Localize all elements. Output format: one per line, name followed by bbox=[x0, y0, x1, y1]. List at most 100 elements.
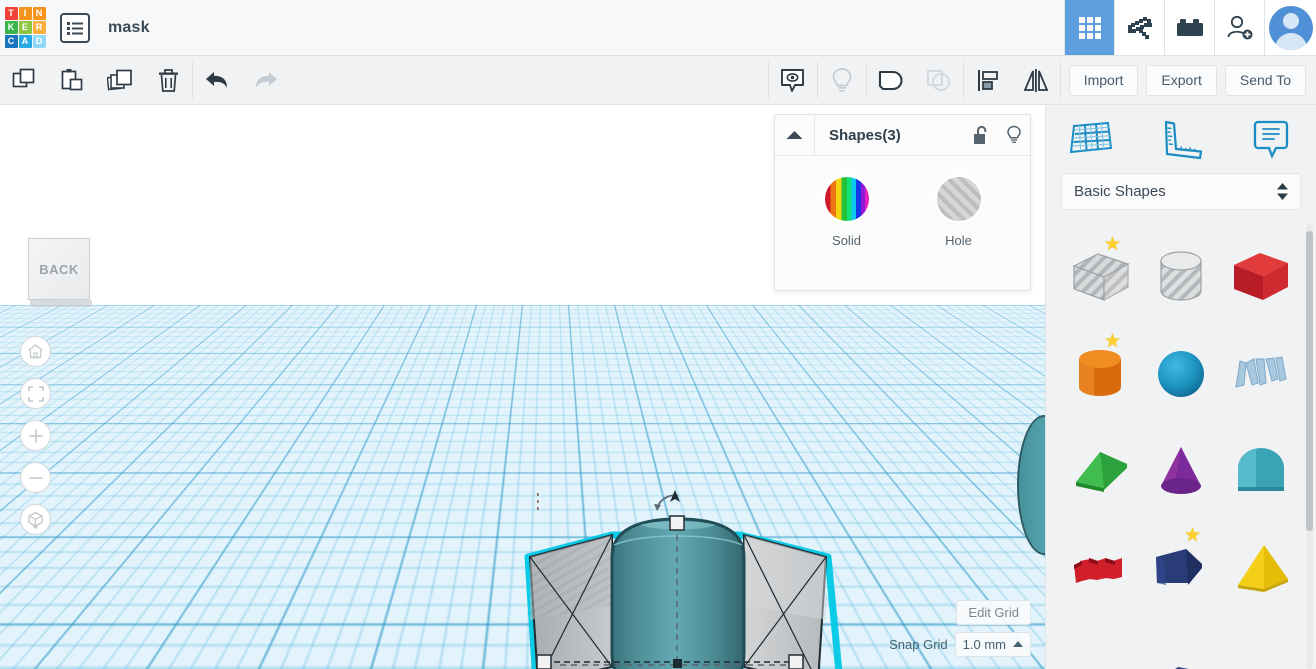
rotation-handle-top bbox=[654, 490, 680, 511]
shape-thumb-cone[interactable] bbox=[1141, 423, 1221, 518]
solid-swatch[interactable] bbox=[825, 177, 869, 221]
export-button[interactable]: Export bbox=[1146, 65, 1216, 96]
left-wing-panel bbox=[530, 535, 612, 669]
shapes-popup-body: Solid Hole bbox=[775, 156, 1030, 248]
shape-thumb-cylinder[interactable]: ★ bbox=[1061, 326, 1141, 421]
align-button[interactable] bbox=[964, 56, 1012, 104]
shape-thumb-extra-blue[interactable] bbox=[1141, 617, 1221, 669]
shape-thumb-pyramid[interactable] bbox=[1221, 520, 1301, 615]
paste-button[interactable] bbox=[48, 56, 96, 104]
logo-letter: C bbox=[5, 35, 18, 48]
logo-letter: R bbox=[33, 21, 46, 34]
copy-button[interactable] bbox=[0, 56, 48, 104]
shape-thumb-box[interactable] bbox=[1221, 229, 1301, 324]
toolbar-separator bbox=[1060, 62, 1061, 98]
shape-thumb-scribble[interactable] bbox=[1221, 326, 1301, 421]
chevron-up-icon bbox=[1013, 641, 1023, 648]
snap-grid-value: 1.0 mm bbox=[963, 637, 1006, 652]
shape-thumb-extra-pink[interactable] bbox=[1061, 617, 1141, 669]
shapes-popup-visibility-button[interactable] bbox=[997, 115, 1030, 155]
shape-thumb-text[interactable] bbox=[1061, 520, 1141, 615]
favorite-star-icon: ★ bbox=[1104, 233, 1121, 256]
page-title[interactable]: mask bbox=[108, 19, 150, 37]
logo-letter: K bbox=[5, 21, 18, 34]
import-button[interactable]: Import bbox=[1069, 65, 1139, 96]
shape-thumb-extra-gray[interactable] bbox=[1221, 617, 1301, 669]
lock-toggle-button[interactable] bbox=[964, 115, 997, 155]
shape-thumb-polygon[interactable]: ★ bbox=[1141, 520, 1221, 615]
shape-thumb-roof[interactable] bbox=[1061, 423, 1141, 518]
snap-grid-select[interactable]: 1.0 mm bbox=[955, 632, 1031, 657]
minecraft-button[interactable] bbox=[1114, 0, 1164, 55]
tinkercad-logo[interactable]: TIN KER CAD bbox=[0, 0, 50, 55]
shapes-popup-title: Shapes(3) bbox=[815, 115, 964, 155]
mask-body bbox=[612, 519, 744, 669]
mirror-icon bbox=[1022, 68, 1050, 93]
chevron-up-icon bbox=[786, 130, 803, 140]
logo-letter: A bbox=[19, 35, 32, 48]
shape-category-select[interactable]: Basic Shapes bbox=[1061, 173, 1301, 210]
send-to-button[interactable]: Send To bbox=[1225, 65, 1306, 96]
edit-grid-button[interactable]: Edit Grid bbox=[956, 600, 1031, 625]
blocks-button[interactable] bbox=[1164, 0, 1214, 55]
workplane-grid-icon bbox=[1067, 117, 1115, 161]
shape-palette[interactable]: ★ ★ ★ bbox=[1046, 223, 1316, 669]
gallery-grid-button[interactable] bbox=[1064, 0, 1114, 55]
shape-thumb-sphere[interactable] bbox=[1141, 326, 1221, 421]
logo-letter: T bbox=[5, 7, 18, 20]
note-callout-icon bbox=[1247, 117, 1295, 161]
logo-letter: I bbox=[19, 7, 32, 20]
delete-button[interactable] bbox=[144, 56, 192, 104]
toolbar-right-pad bbox=[1306, 56, 1316, 104]
undo-button[interactable] bbox=[193, 56, 241, 104]
sidebar-tab-ruler[interactable] bbox=[1136, 117, 1226, 161]
list-menu-glyph bbox=[67, 21, 83, 35]
tinkercad-app: TINKERCAD mask Import Export Send To BAC… bbox=[0, 0, 1316, 669]
user-avatar[interactable] bbox=[1264, 0, 1316, 55]
redo-button[interactable] bbox=[241, 56, 289, 104]
measure-marker bbox=[537, 493, 539, 510]
handle-corner bbox=[789, 655, 803, 669]
ungroup-button[interactable] bbox=[915, 56, 963, 104]
shapes-sidebar: Basic Shapes ★ ★ ★ bbox=[1045, 105, 1316, 669]
shapes-popup-collapse-button[interactable] bbox=[775, 115, 815, 155]
shape-palette-scrollbar[interactable] bbox=[1306, 231, 1313, 531]
right-wing-panel bbox=[744, 535, 826, 669]
pickaxe-icon bbox=[1125, 14, 1155, 42]
solid-option[interactable]: Solid bbox=[816, 177, 878, 248]
shape-thumb-half-cylinder[interactable] bbox=[1221, 423, 1301, 518]
eye-marker-icon bbox=[779, 67, 806, 94]
align-icon bbox=[975, 68, 1001, 93]
shape-category-wrap: Basic Shapes bbox=[1046, 173, 1316, 223]
toolbar-gap bbox=[289, 56, 768, 104]
list-menu-icon[interactable] bbox=[60, 13, 90, 43]
shape-grid: ★ ★ ★ bbox=[1061, 229, 1301, 669]
solid-label: Solid bbox=[816, 233, 878, 248]
shape-category-value: Basic Shapes bbox=[1074, 183, 1277, 200]
snap-grid-control: Snap Grid 1.0 mm bbox=[889, 632, 1031, 657]
logo-letter: N bbox=[33, 7, 46, 20]
group-button[interactable] bbox=[867, 56, 915, 104]
duplicate-button[interactable] bbox=[96, 56, 144, 104]
shape-thumb-box-hole[interactable]: ★ bbox=[1061, 229, 1141, 324]
hole-swatch[interactable] bbox=[937, 177, 981, 221]
sidebar-tab-workplane[interactable] bbox=[1046, 117, 1136, 161]
handle-corner bbox=[537, 655, 551, 669]
sidebar-tab-notes[interactable] bbox=[1226, 117, 1316, 161]
trash-icon bbox=[157, 68, 180, 93]
logo-letter: D bbox=[33, 35, 46, 48]
mirror-button[interactable] bbox=[1012, 56, 1060, 104]
sidebar-tool-tabs bbox=[1046, 105, 1316, 173]
shapes-popup-header: Shapes(3) bbox=[775, 115, 1030, 156]
ruler-icon bbox=[1157, 117, 1205, 161]
undo-arrow-icon bbox=[204, 69, 231, 91]
show-hide-view-button[interactable] bbox=[769, 56, 817, 104]
invite-button[interactable] bbox=[1214, 0, 1264, 55]
hole-label: Hole bbox=[928, 233, 990, 248]
chevron-updown-icon bbox=[1277, 183, 1288, 200]
shape-thumb-cylinder-hole[interactable] bbox=[1141, 229, 1221, 324]
grid-icon bbox=[1077, 15, 1103, 41]
hole-option[interactable]: Hole bbox=[928, 177, 990, 248]
show-all-button[interactable] bbox=[818, 56, 866, 104]
lego-brick-icon bbox=[1176, 17, 1204, 39]
